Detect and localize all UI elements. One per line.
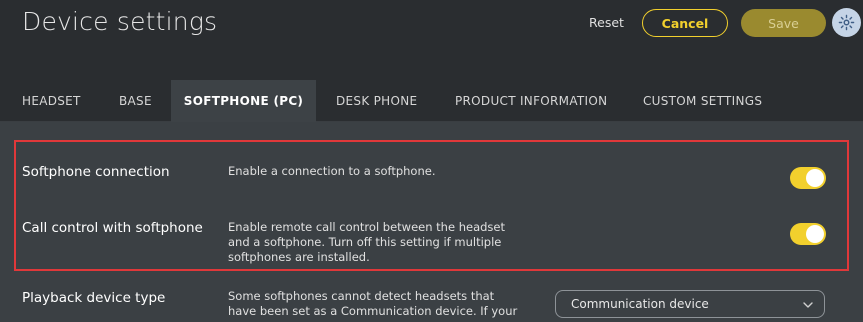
tab-headset[interactable]: HEADSET	[22, 80, 81, 122]
gear-icon	[838, 14, 855, 31]
toggle-knob	[806, 169, 824, 187]
toggle-knob	[806, 225, 824, 243]
description-line: Enable remote call control between the h…	[228, 220, 505, 234]
tab-desk-phone[interactable]: DESK PHONE	[336, 80, 417, 122]
tab-bar: HEADSET BASE SOFTPHONE (PC) DESK PHONE P…	[0, 80, 863, 122]
description-line: Some softphones cannot detect headsets t…	[228, 289, 495, 303]
tab-product-information[interactable]: PRODUCT INFORMATION	[455, 80, 607, 122]
description-line: and a softphone. Turn off this setting i…	[228, 235, 502, 249]
page-title: Device settings	[22, 7, 218, 36]
playback-device-type-select[interactable]: Communication device	[555, 290, 825, 318]
tab-custom-settings[interactable]: CUSTOM SETTINGS	[643, 80, 762, 122]
tab-base[interactable]: BASE	[119, 80, 152, 122]
call-control-description: Enable remote call control between the h…	[228, 220, 518, 265]
chevron-down-icon	[803, 302, 813, 308]
settings-button[interactable]	[832, 8, 861, 37]
softphone-connection-label: Softphone connection	[22, 164, 170, 180]
softphone-connection-toggle[interactable]	[790, 167, 826, 189]
playback-device-type-label: Playback device type	[22, 290, 166, 306]
select-value: Communication device	[571, 297, 709, 311]
tab-softphone-pc[interactable]: SOFTPHONE (PC)	[171, 80, 316, 122]
softphone-connection-description: Enable a connection to a softphone.	[228, 164, 436, 178]
cancel-button[interactable]: Cancel	[642, 9, 728, 37]
description-line: softphones are installed.	[228, 250, 370, 264]
reset-button[interactable]: Reset	[589, 15, 624, 30]
description-line: have been set as a Communication device.…	[228, 304, 518, 318]
call-control-toggle[interactable]	[790, 223, 826, 245]
playback-device-type-description: Some softphones cannot detect headsets t…	[228, 289, 518, 319]
save-button[interactable]: Save	[741, 9, 826, 37]
header-bar: Device settings Reset Cancel Save	[0, 0, 863, 80]
call-control-label: Call control with softphone	[22, 220, 203, 236]
